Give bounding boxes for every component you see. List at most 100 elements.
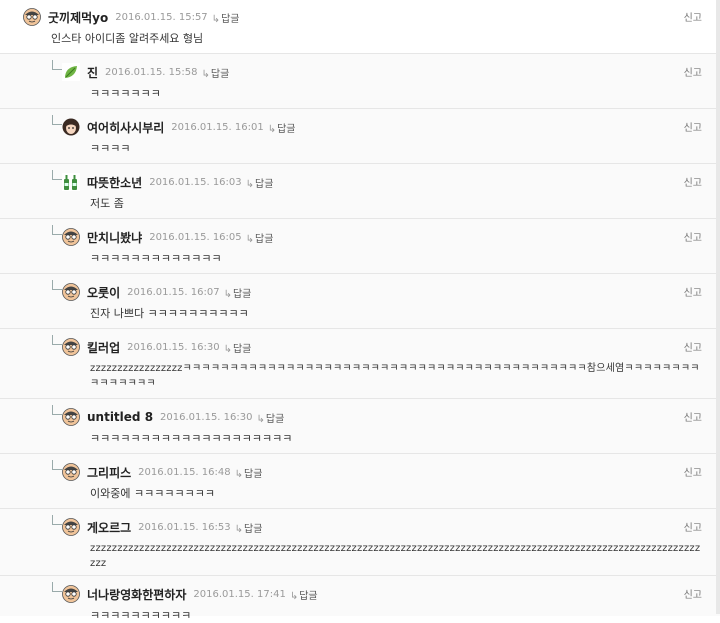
reply-arrow-icon: ↳ xyxy=(289,590,299,602)
report-button[interactable]: 신고 xyxy=(684,119,702,134)
comment-text: 진자 나쁘다 ㅋㅋㅋㅋㅋㅋㅋㅋㅋㅋ xyxy=(90,307,249,320)
comment-nickname[interactable]: 진 xyxy=(87,64,98,81)
comment-header: untitled 8 2016.01.15. 16:30 ↳답글 신고 xyxy=(62,406,720,428)
comment-text: ㅋㅋㅋㅋㅋㅋㅋㅋㅋㅋㅋㅋㅋ xyxy=(90,252,222,265)
report-button[interactable]: 신고 xyxy=(684,586,702,601)
avatar-face-icon[interactable] xyxy=(62,338,80,356)
reply-indent-icon xyxy=(52,515,62,525)
avatar-face-icon[interactable] xyxy=(62,283,80,301)
comment-time: 2016.01.15. 16:03 xyxy=(149,176,242,188)
reply-button[interactable]: ↳답글 xyxy=(235,520,263,535)
reply-indent-icon xyxy=(52,280,62,290)
comment-text: ㅋㅋㅋㅋㅋㅋㅋㅋㅋㅋㅋㅋㅋㅋㅋㅋㅋㅋㅋㅋ xyxy=(90,432,293,445)
comment-header: 진 2016.01.15. 15:58 ↳답글 신고 xyxy=(62,61,720,83)
reply-indent-icon xyxy=(52,582,62,592)
report-button[interactable]: 신고 xyxy=(684,464,702,479)
reply-label: 답글 xyxy=(277,123,296,135)
avatar-face-icon[interactable] xyxy=(23,8,41,26)
reply-button[interactable]: ↳답글 xyxy=(246,175,274,190)
reply-button[interactable]: ↳답글 xyxy=(246,230,274,245)
avatar-leaf-icon[interactable] xyxy=(62,63,80,81)
comment-header: 너나랑영화한편하자 2016.01.15. 17:41 ↳답글 신고 xyxy=(62,583,720,605)
comment-text: ㅋㅋㅋㅋㅋㅋㅋㅋㅋㅋ xyxy=(90,609,192,622)
comment-nickname[interactable]: 오룻이 xyxy=(87,284,120,301)
report-button[interactable]: 신고 xyxy=(684,519,702,534)
avatar-girl-icon[interactable] xyxy=(62,118,80,136)
comment-time: 2016.01.15. 16:53 xyxy=(138,521,231,533)
reply-arrow-icon: ↳ xyxy=(234,523,243,535)
scrollbar[interactable] xyxy=(716,0,720,614)
report-button[interactable]: 신고 xyxy=(684,174,702,189)
reply-label: 답글 xyxy=(265,413,285,425)
comment-nickname[interactable]: untitled 8 xyxy=(87,410,153,424)
comment-header: 오룻이 2016.01.15. 16:07 ↳답글 신고 xyxy=(62,281,720,303)
avatar-face-icon[interactable] xyxy=(62,463,80,481)
comment-header: 굿끼제먹yo 2016.01.15. 15:57 ↳답글 신고 xyxy=(23,6,720,28)
report-button[interactable]: 신고 xyxy=(684,339,702,354)
reply-arrow-icon: ↳ xyxy=(234,468,243,480)
comment-nickname[interactable]: 킬러업 xyxy=(87,339,120,356)
reply-indent-icon xyxy=(52,170,62,180)
reply-label: 답글 xyxy=(244,468,263,480)
reply-button[interactable]: ↳답글 xyxy=(212,10,240,25)
comment-nickname[interactable]: 만치니봤냐 xyxy=(87,229,142,246)
comment-time: 2016.01.15. 15:58 xyxy=(105,66,198,78)
reply-arrow-icon: ↳ xyxy=(211,13,221,25)
comment-header: 게오르그 2016.01.15. 16:53 ↳답글 신고 xyxy=(62,516,720,538)
comment-nickname[interactable]: 여어히사시부리 xyxy=(87,119,164,136)
reply-arrow-icon: ↳ xyxy=(223,288,232,300)
reply-arrow-icon: ↳ xyxy=(201,68,210,80)
reply-label: 답글 xyxy=(255,178,274,190)
comment-nickname[interactable]: 너나랑영화한편하자 xyxy=(87,586,186,603)
reply-arrow-icon: ↳ xyxy=(256,413,265,425)
comment-nickname[interactable]: 따뜻한소년 xyxy=(87,174,142,191)
comment-item: 굿끼제먹yo 2016.01.15. 15:57 ↳답글 신고 인스타 아이디좀… xyxy=(0,0,720,54)
avatar-face-icon[interactable] xyxy=(62,518,80,536)
reply-item: 따뜻한소년 2016.01.15. 16:03 ↳답글 신고 저도 좀 xyxy=(0,164,720,219)
comment-time: 2016.01.15. 16:30 xyxy=(127,341,220,353)
avatar-face-icon[interactable] xyxy=(62,585,80,603)
reply-item: 그리피스 2016.01.15. 16:48 ↳답글 신고 이와중에 ㅋㅋㅋㅋㅋ… xyxy=(0,454,720,509)
comment-header: 따뜻한소년 2016.01.15. 16:03 ↳답글 신고 xyxy=(62,171,720,193)
report-button[interactable]: 신고 xyxy=(684,284,702,299)
reply-label: 답글 xyxy=(255,233,274,245)
comment-time: 2016.01.15. 17:41 xyxy=(193,588,286,600)
report-button[interactable]: 신고 xyxy=(684,229,702,244)
comment-nickname[interactable]: 굿끼제먹yo xyxy=(48,9,108,26)
comment-text: zzzzzzzzzzzzzzzzzㅋㅋㅋㅋㅋㅋㅋㅋㅋㅋㅋㅋㅋㅋㅋㅋㅋㅋㅋㅋㅋㅋㅋ… xyxy=(90,363,700,389)
reply-button[interactable]: ↳답글 xyxy=(268,120,296,135)
reply-label: 답글 xyxy=(232,288,252,300)
reply-indent-icon xyxy=(52,405,62,415)
reply-button[interactable]: ↳답글 xyxy=(224,340,252,355)
reply-button[interactable]: ↳답글 xyxy=(235,465,263,480)
avatar-face-icon[interactable] xyxy=(62,228,80,246)
reply-label: 답글 xyxy=(232,343,252,355)
report-button[interactable]: 신고 xyxy=(684,409,702,424)
reply-button[interactable]: ↳답글 xyxy=(290,587,318,602)
report-button[interactable]: 신고 xyxy=(684,64,702,79)
comment-header: 만치니봤냐 2016.01.15. 16:05 ↳답글 신고 xyxy=(62,226,720,248)
reply-button[interactable]: ↳답글 xyxy=(256,410,284,425)
reply-item: 너나랑영화한편하자 2016.01.15. 17:41 ↳답글 신고 ㅋㅋㅋㅋㅋ… xyxy=(0,576,720,622)
reply-item: 오룻이 2016.01.15. 16:07 ↳답글 신고 진자 나쁘다 ㅋㅋㅋㅋ… xyxy=(0,274,720,329)
comment-text: zzzzzzzzzzzzzzzzzzzzzzzzzzzzzzzzzzzzzzzz… xyxy=(90,543,701,569)
avatar-face-icon[interactable] xyxy=(62,408,80,426)
reply-arrow-icon: ↳ xyxy=(223,343,232,355)
comment-text: 이와중에 ㅋㅋㅋㅋㅋㅋㅋㅋ xyxy=(90,487,215,500)
avatar-bottles-icon[interactable] xyxy=(62,173,80,191)
reply-label: 답글 xyxy=(221,13,240,25)
reply-button[interactable]: ↳답글 xyxy=(201,65,229,80)
comment-nickname[interactable]: 그리피스 xyxy=(87,464,131,481)
comment-nickname[interactable]: 게오르그 xyxy=(87,519,131,536)
reply-arrow-icon: ↳ xyxy=(245,233,255,245)
comment-time: 2016.01.15. 16:01 xyxy=(171,121,264,133)
reply-item: 킬러업 2016.01.15. 16:30 ↳답글 신고 zzzzzzzzzzz… xyxy=(0,329,720,399)
reply-indent-icon xyxy=(52,460,62,470)
reply-item: untitled 8 2016.01.15. 16:30 ↳답글 신고 ㅋㅋㅋㅋ… xyxy=(0,399,720,454)
comment-text: ㅋㅋㅋㅋㅋㅋㅋ xyxy=(90,87,161,100)
reply-button[interactable]: ↳답글 xyxy=(224,285,252,300)
reply-indent-icon xyxy=(52,115,62,125)
reply-item: 진 2016.01.15. 15:58 ↳답글 신고 ㅋㅋㅋㅋㅋㅋㅋ xyxy=(0,54,720,109)
comment-time: 2016.01.15. 15:57 xyxy=(115,11,208,23)
report-button[interactable]: 신고 xyxy=(684,9,702,24)
